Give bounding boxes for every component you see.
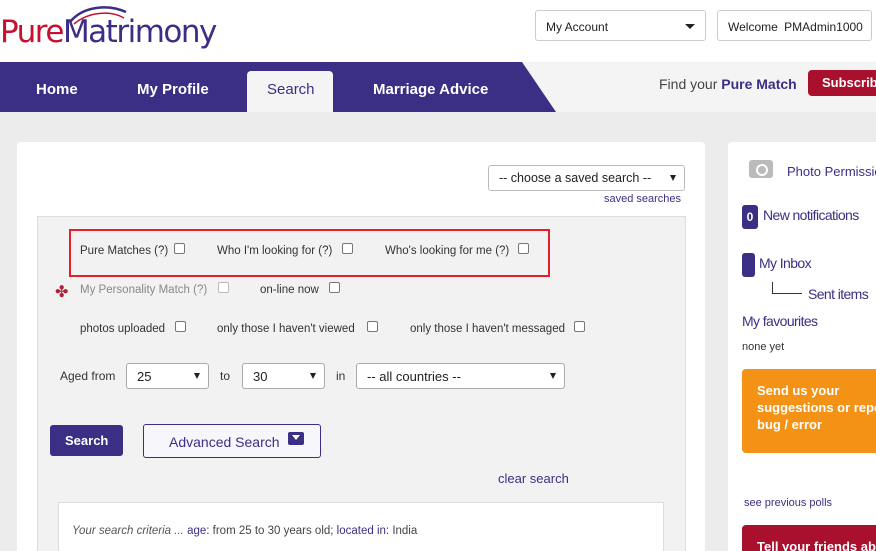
inbox-badge — [742, 253, 755, 277]
age-from-value: 25 — [137, 369, 152, 384]
country-value: -- all countries -- — [367, 369, 461, 384]
my-inbox-link[interactable]: My Inbox — [759, 255, 812, 271]
country-select[interactable]: -- all countries -- — [356, 363, 565, 389]
who-im-looking-for-label: Who I'm looking for (?) — [217, 245, 333, 257]
saved-searches-link[interactable]: saved searches — [604, 193, 681, 205]
subscribe-button[interactable]: Subscribe — [808, 70, 876, 96]
top-header: PureMatrimony My Account Welcome PMAdmin… — [0, 0, 876, 62]
tree-connector — [772, 282, 802, 294]
username: PMAdmin1000 — [784, 20, 863, 34]
search-criteria-text: Your search criteria ... age: from 25 to… — [72, 525, 417, 537]
clear-search-link[interactable]: clear search — [498, 471, 569, 486]
nav-marriage-advice[interactable]: Marriage Advice — [373, 62, 488, 112]
nav-home[interactable]: Home — [36, 62, 78, 112]
who-im-looking-for-checkbox[interactable] — [342, 243, 353, 254]
whos-looking-for-me-label: Who's looking for me (?) — [385, 245, 510, 257]
criteria-prefix: Your search criteria ... — [72, 525, 184, 537]
online-now-checkbox[interactable] — [329, 282, 340, 293]
in-label: in — [336, 369, 346, 383]
saved-search-select[interactable]: -- choose a saved search -- — [488, 165, 685, 191]
age-to-select[interactable]: 30 — [242, 363, 325, 389]
not-viewed-label: only those I haven't viewed — [217, 323, 355, 335]
my-favourites-link[interactable]: My favourites — [742, 313, 818, 329]
find-pure-match-text: Find your Pure Match — [659, 76, 797, 92]
photos-uploaded-label: photos uploaded — [80, 323, 166, 335]
not-messaged-checkbox[interactable] — [574, 321, 585, 332]
personality-match-label: My Personality Match (?) — [80, 284, 208, 296]
logo-swoosh-icon — [69, 6, 127, 25]
criteria-age-value: from 25 to 30 years old; — [212, 525, 334, 537]
criteria-location-key: located in: — [336, 525, 390, 537]
my-account-label: My Account — [546, 20, 609, 34]
chevron-down-icon — [550, 373, 556, 379]
puremalogo[interactable]: PureMatrimony — [0, 6, 217, 50]
new-notifications-link[interactable]: New notifications — [763, 207, 859, 223]
nav-my-profile[interactable]: My Profile — [137, 62, 209, 112]
suggestions-box[interactable]: Send us your suggestions or report a bug… — [742, 369, 876, 453]
suggest-line-3: bug / error — [757, 417, 823, 432]
chevron-down-icon — [670, 175, 676, 181]
welcome-label: Welcome — [728, 20, 778, 34]
not-viewed-checkbox[interactable] — [367, 321, 378, 332]
notifications-count-badge: 0 — [742, 205, 758, 229]
aged-from-label: Aged from — [60, 369, 116, 383]
previous-polls-link[interactable]: see previous polls — [744, 497, 832, 509]
photo-permissions-link[interactable]: Photo Permissions — [787, 164, 876, 179]
pure-matches-checkbox[interactable] — [174, 243, 185, 254]
sent-items-link[interactable]: Sent items — [808, 286, 869, 302]
find-prefix: Find your — [659, 76, 722, 92]
my-account-dropdown[interactable]: My Account — [535, 10, 706, 41]
chevron-down-icon — [194, 373, 200, 379]
age-to-value: 30 — [253, 369, 268, 384]
suggest-line-2: suggestions or report a — [757, 400, 876, 415]
find-emph: Pure Match — [721, 76, 797, 92]
criteria-location-value: India — [392, 525, 418, 537]
whos-looking-for-me-checkbox[interactable] — [518, 243, 529, 254]
age-from-select[interactable]: 25 — [126, 363, 209, 389]
puzzle-icon: ✤ — [55, 284, 69, 301]
photos-uploaded-checkbox[interactable] — [175, 321, 186, 332]
online-now-label: on-line now — [260, 284, 319, 296]
chevron-down-icon[interactable] — [288, 432, 304, 445]
personality-match-checkbox[interactable] — [218, 282, 229, 293]
advanced-search-label: Advanced Search — [169, 434, 280, 450]
saved-search-value: -- choose a saved search -- — [499, 171, 652, 185]
search-button[interactable]: Search — [50, 425, 123, 456]
camera-icon — [749, 160, 773, 178]
suggest-line-1: Send us your — [757, 383, 840, 398]
favourites-status: none yet — [742, 341, 785, 353]
tell-friends-button[interactable]: Tell your friends about us — [742, 525, 876, 551]
pure-matches-label: Pure Matches (?) — [80, 245, 169, 257]
chevron-down-icon — [685, 24, 695, 29]
logo-text-pure: Pure — [0, 14, 64, 50]
nav-search[interactable]: Search — [267, 62, 315, 112]
to-label: to — [220, 369, 231, 383]
criteria-age-key: age: — [187, 525, 210, 537]
chevron-down-icon — [310, 373, 316, 379]
welcome-box[interactable]: Welcome PMAdmin1000 — [717, 10, 872, 41]
not-messaged-label: only those I haven't messaged — [410, 323, 565, 335]
